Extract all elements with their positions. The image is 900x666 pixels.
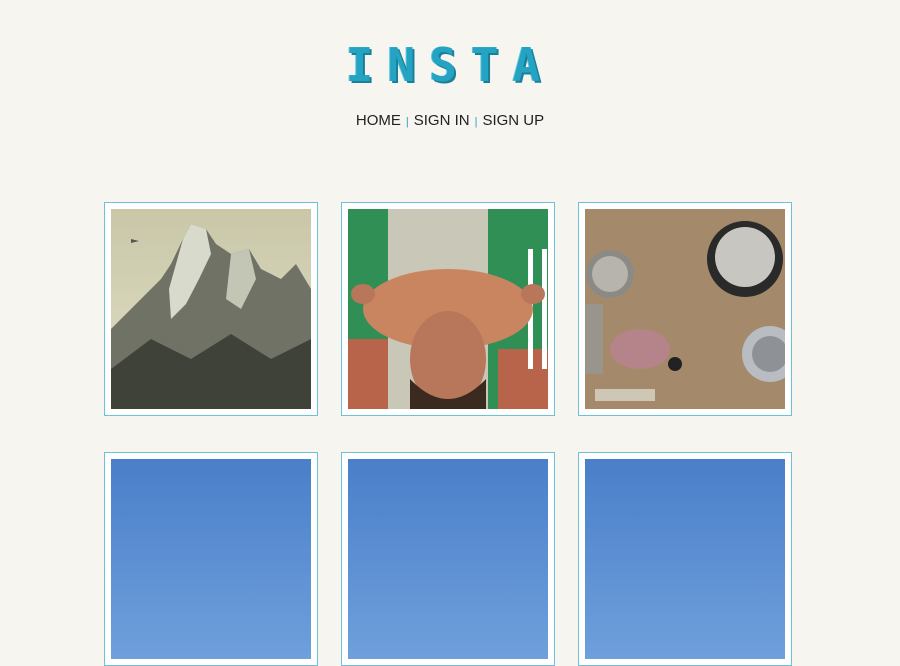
photo-card[interactable] [104, 202, 318, 416]
site-logo[interactable]: INSTA [0, 38, 900, 92]
sky-photo[interactable] [348, 459, 548, 659]
cooking-pots-photo[interactable] [585, 209, 785, 409]
man-poolside-photo[interactable] [348, 209, 548, 409]
main-nav: HOME | SIGN IN | SIGN UP [0, 112, 900, 129]
nav-home-link[interactable]: HOME [356, 112, 401, 129]
nav-separator: | [474, 116, 478, 128]
sky-photo[interactable] [111, 459, 311, 659]
mountain-photo[interactable] [111, 209, 311, 409]
nav-sign-in-link[interactable]: SIGN IN [414, 112, 470, 129]
nav-sign-up-link[interactable]: SIGN UP [482, 112, 544, 129]
photo-card[interactable] [578, 452, 792, 666]
photo-card[interactable] [341, 202, 555, 416]
sky-photo[interactable] [585, 459, 785, 659]
nav-separator: | [405, 116, 409, 128]
photo-card[interactable] [341, 452, 555, 666]
photo-card[interactable] [104, 452, 318, 666]
photo-card[interactable] [578, 202, 792, 416]
